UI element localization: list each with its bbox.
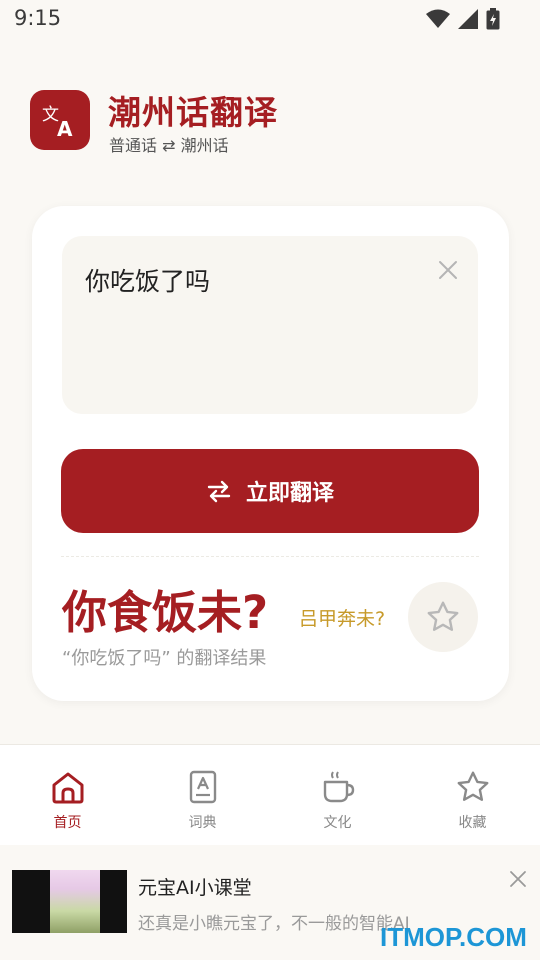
source-text-input[interactable]: 你吃饭了吗 [62,236,478,414]
battery-icon [486,8,500,30]
wifi-icon [426,9,450,28]
translation-card: 你吃饭了吗 立即翻译 你食饭未? 吕甲奔未? “你吃饭了吗” 的翻译结果 [32,206,509,701]
svg-text:A: A [57,117,73,140]
nav-label-culture: 文化 [323,815,352,831]
ad-description: 还真是小瞧元宝了，不一般的智能AI [138,914,410,934]
nav-label-home: 首页 [53,815,82,831]
nav-item-dictionary[interactable]: 词典 [135,745,270,845]
translate-button-label: 立即翻译 [245,481,334,506]
status-bar: 9:15 [0,0,540,38]
home-icon [52,772,83,804]
app-subtitle: 普通话 ⇄ 潮州话 [109,136,229,155]
star-icon [427,601,459,631]
swap-arrows-icon [207,480,231,503]
nav-item-home[interactable]: 首页 [0,745,135,845]
nav-label-favorites: 收藏 [458,815,487,831]
star-icon [457,771,488,801]
translate-button[interactable]: 立即翻译 [61,449,479,533]
source-text-value[interactable]: 你吃饭了吗 [85,262,210,298]
translate-icon: 文 A [42,105,73,140]
status-time: 9:15 [14,6,62,30]
nav-label-dictionary: 词典 [188,815,217,831]
close-icon[interactable] [508,869,528,889]
app-screen: 9:15 文 A 潮州话翻译 普通话 ⇄ 潮州话 你吃饭了吗 立即翻译 你食饭未… [0,0,540,960]
status-icons [426,8,500,30]
teacup-icon [323,771,354,803]
ad-thumbnail[interactable] [12,870,127,933]
ad-thumbnail-image [50,870,100,933]
nav-item-favorites[interactable]: 收藏 [405,745,540,845]
ad-title[interactable]: 元宝AI小课堂 [138,873,252,900]
result-text: 你食饭未? [62,586,269,639]
clear-icon[interactable] [436,258,460,282]
watermark: ITMOP.COM [380,922,527,952]
dictionary-icon [189,770,216,804]
favorite-button[interactable] [408,582,478,652]
app-title: 潮州话翻译 [108,93,278,132]
result-phonetic: 吕甲奔未? [299,608,386,630]
nav-item-culture[interactable]: 文化 [270,745,405,845]
bottom-nav: 首页 词典 文化 收藏 [0,744,540,845]
cellular-signal-icon [458,9,478,29]
result-caption: “你吃饭了吗” 的翻译结果 [62,648,267,669]
divider [61,556,479,557]
app-logo: 文 A [30,90,90,150]
